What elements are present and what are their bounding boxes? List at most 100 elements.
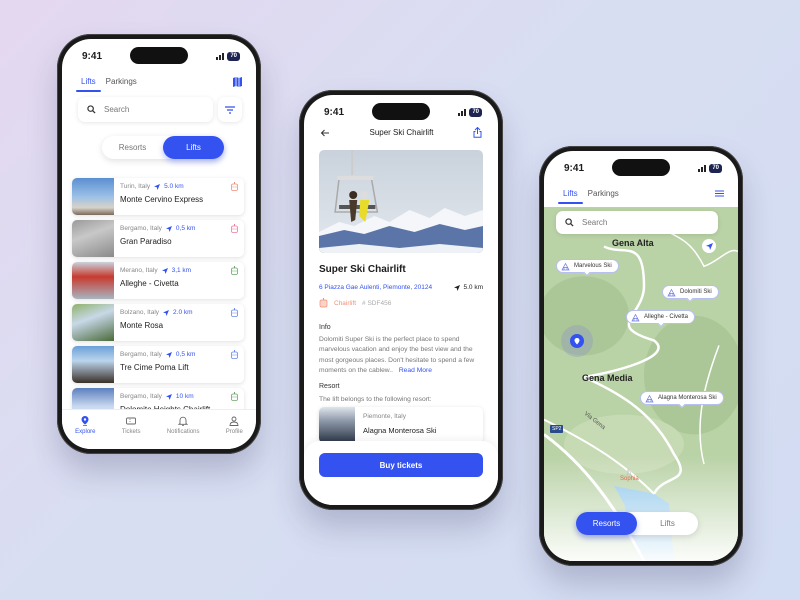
- resort-icon: [645, 394, 654, 402]
- resort-map-pin[interactable]: Dolomiti Ski: [662, 285, 719, 299]
- tab-parkings[interactable]: Parkings: [101, 71, 142, 92]
- gondola-icon: [231, 266, 238, 275]
- lift-thumbnail: [72, 262, 114, 299]
- resort-map-pin[interactable]: Alleghe - Civetta: [626, 310, 696, 324]
- segment-lifts[interactable]: Lifts: [163, 136, 224, 159]
- tab-lifts[interactable]: Lifts: [558, 183, 583, 204]
- locate-me-button[interactable]: [702, 239, 716, 253]
- distance: 5.0 km: [463, 284, 483, 291]
- resort-name: Alagna Monterosa Ski: [363, 426, 437, 435]
- list-icon[interactable]: [715, 190, 724, 197]
- lift-distance: 0,5 km: [175, 351, 196, 358]
- navigation-arrow-icon: [165, 351, 172, 358]
- read-more-link[interactable]: Read More: [399, 367, 432, 374]
- location-pin-icon: [81, 416, 89, 426]
- bell-icon: [178, 416, 189, 426]
- nav-label: Explore: [75, 429, 96, 435]
- map-view[interactable]: Search Gena Alta Marvelous Ski Dolomiti S…: [544, 207, 738, 561]
- map-segment-control: Resorts Lifts: [576, 512, 698, 535]
- nav-profile[interactable]: Profile: [226, 416, 243, 449]
- top-tabs: Lifts Parkings: [544, 183, 738, 204]
- share-icon[interactable]: [473, 127, 482, 138]
- nav-label: Tickets: [121, 429, 141, 435]
- map-search-input[interactable]: Search: [556, 211, 718, 234]
- resort-card[interactable]: Piemonte, Italy Alagna Monterosa Ski: [319, 407, 483, 443]
- lift-thumbnail: [72, 346, 114, 383]
- pin-label: Dolomiti Ski: [680, 289, 712, 295]
- search-icon: [87, 105, 96, 114]
- resort-location: Piemonte, Italy: [363, 413, 406, 420]
- lift-title: Super Ski Chairlift: [319, 264, 406, 275]
- back-arrow-icon[interactable]: [320, 129, 330, 137]
- lift-location: Bergamo, Italy: [120, 393, 162, 400]
- type-row: Chairlift # SDF456: [319, 298, 391, 308]
- bottom-nav: Explore Tickets Notifications Profile: [62, 409, 256, 449]
- segment-resorts[interactable]: Resorts: [102, 136, 163, 159]
- tab-parkings[interactable]: Parkings: [583, 183, 624, 204]
- lift-distance: 0,5 km: [175, 225, 196, 232]
- nav-notifications[interactable]: Notifications: [167, 416, 200, 449]
- search-input[interactable]: Search: [78, 97, 213, 122]
- lift-card[interactable]: Bergamo, Italy 0,5 km Gran Paradiso: [72, 220, 244, 257]
- user-icon: [229, 416, 239, 426]
- resort-thumbnail: [319, 407, 355, 443]
- lift-location: Bergamo, Italy: [120, 225, 162, 232]
- lift-info: Bergamo, Italy 0,5 km Gran Paradiso: [114, 220, 244, 257]
- resort-map-pin[interactable]: Alagna Monterosa Ski: [640, 391, 724, 405]
- buy-tickets-button[interactable]: Buy tickets: [319, 453, 483, 477]
- lift-card[interactable]: Turin, Italy 5.0 km Monte Cervino Express: [72, 178, 244, 215]
- place-label-middle: Gena Media: [582, 373, 633, 383]
- lift-thumbnail: [72, 178, 114, 215]
- dynamic-island: [372, 103, 430, 120]
- filter-button[interactable]: [218, 97, 242, 122]
- ski-lift-icon: [231, 308, 238, 317]
- screen: 9:41 70 Lifts Parkings Search Gena Alta …: [544, 151, 738, 561]
- lift-distance: 2.0 km: [173, 309, 193, 316]
- lift-thumbnail: [72, 220, 114, 257]
- lift-distance: 3,1 km: [171, 267, 192, 274]
- pin-label: Marvelous Ski: [574, 263, 612, 269]
- tab-lifts[interactable]: Lifts: [76, 71, 101, 92]
- lift-card[interactable]: Bolzano, Italy 2.0 km Monte Rosa: [72, 304, 244, 341]
- lift-card[interactable]: Bergamo, Italy 0,5 km Tre Cime Poma Lift: [72, 346, 244, 383]
- ski-lift-icon: [231, 350, 238, 359]
- lift-name: Tre Cime Poma Lift: [120, 363, 189, 372]
- lift-card[interactable]: Merano, Italy 3,1 km Alleghe - Civetta: [72, 262, 244, 299]
- resort-icon: [561, 262, 570, 270]
- phone-lifts-list: 9:41 70 Lifts Parkings Search Resorts Li…: [57, 34, 261, 454]
- battery-icon: 70: [709, 163, 722, 173]
- segment-resorts[interactable]: Resorts: [576, 512, 637, 535]
- lift-location: Merano, Italy: [120, 267, 158, 274]
- nav-tickets[interactable]: Tickets: [122, 416, 141, 449]
- navigation-arrow-icon: [154, 183, 161, 190]
- restaurant-icon: 🍴: [625, 470, 634, 476]
- nav-label: Notifications: [166, 429, 200, 435]
- resort-map-pin[interactable]: Marvelous Ski: [556, 259, 619, 273]
- lift-location: Bergamo, Italy: [120, 351, 162, 358]
- resort-text: The lift belongs to the following resort…: [319, 396, 432, 403]
- dynamic-island: [130, 47, 188, 64]
- status-time: 9:41: [82, 50, 103, 62]
- battery-icon: 70: [227, 51, 240, 61]
- lift-meta: Bergamo, Italy 0,5 km: [120, 351, 238, 358]
- address-link[interactable]: 6 Piazza Gae Aulenti, Piemonte, 20124: [319, 284, 432, 291]
- lift-meta: Bergamo, Italy 10 km: [120, 393, 238, 400]
- gondola-icon: [231, 392, 238, 401]
- navigation-arrow-icon: [161, 267, 168, 274]
- lift-distance: 5.0 km: [164, 183, 184, 190]
- lift-meta: Bergamo, Italy 0,5 km: [120, 225, 238, 232]
- lift-location: Bolzano, Italy: [120, 309, 160, 316]
- detail-header: Super Ski Chairlift: [304, 127, 498, 138]
- lift-meta: Turin, Italy 5.0 km: [120, 183, 238, 190]
- address-row: 6 Piazza Gae Aulenti, Piemonte, 20124 5.…: [319, 284, 483, 291]
- map-icon[interactable]: [233, 76, 242, 87]
- segment-lifts[interactable]: Lifts: [637, 512, 698, 535]
- ticket-icon: [126, 417, 137, 425]
- current-location-marker: [561, 325, 593, 357]
- lift-thumbnail: [72, 304, 114, 341]
- place-label-top: Gena Alta: [612, 238, 654, 248]
- nav-label: Profile: [225, 429, 243, 435]
- signal-icon: [458, 108, 467, 116]
- lift-meta: Merano, Italy 3,1 km: [120, 267, 238, 274]
- nav-explore[interactable]: Explore: [75, 416, 95, 449]
